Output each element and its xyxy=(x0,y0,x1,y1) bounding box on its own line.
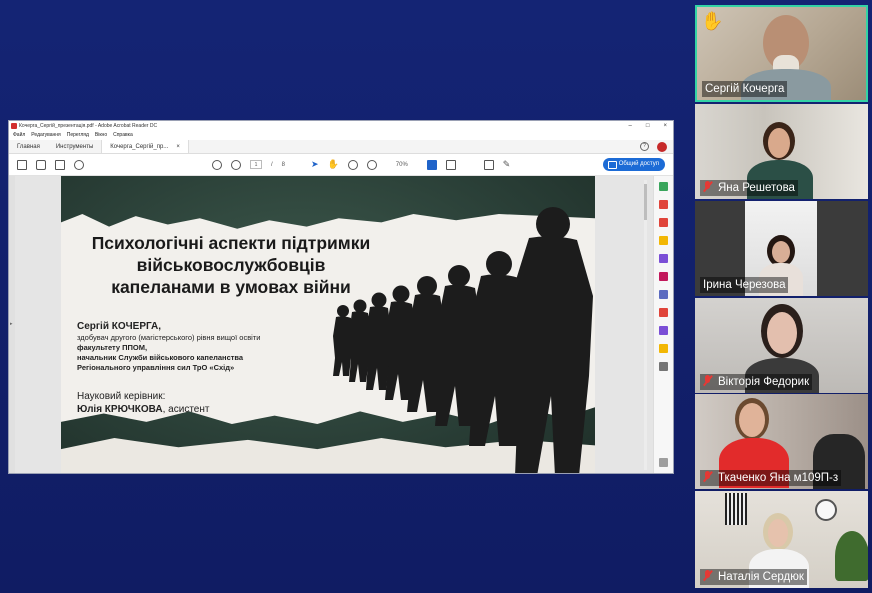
pdf-icon xyxy=(11,123,17,129)
participant-tile-4[interactable]: Вікторія Федорик xyxy=(695,298,868,393)
tab-tools[interactable]: Инструменты xyxy=(48,140,101,153)
participant-name-label: Яна Решетова xyxy=(700,180,798,196)
author-name: Сергій КОЧЕРГА, xyxy=(77,321,162,332)
author-line-3: начальник Служби військового капеланства xyxy=(77,353,244,362)
more-tools-icon[interactable] xyxy=(659,362,668,371)
slide-title-line-1: Психологічні аспекти підтримки xyxy=(91,233,371,253)
minimize-button[interactable]: – xyxy=(629,121,632,131)
organize-pages-icon[interactable] xyxy=(659,326,668,335)
participant-name: Ірина Черезова xyxy=(700,277,789,293)
tab-home[interactable]: Главная xyxy=(9,140,48,153)
participant-name: Наталія Сердюк xyxy=(718,571,804,583)
collapse-pane-icon[interactable] xyxy=(659,458,668,467)
participant-tile-2[interactable]: Яна Решетова xyxy=(695,104,868,199)
select-cursor-icon[interactable]: ➤ xyxy=(311,159,319,170)
hand-tool-icon[interactable]: ✋ xyxy=(328,159,339,170)
page-separator: / xyxy=(271,161,273,168)
participant-tile-6[interactable]: Наталія Сердюк xyxy=(695,491,868,588)
account-avatar-icon[interactable] xyxy=(657,141,667,152)
document-viewport[interactable]: ▸ Психологічні аспекти підтримки військо… xyxy=(9,176,673,473)
help-icon[interactable]: ? xyxy=(640,142,649,151)
comment-icon[interactable] xyxy=(483,159,494,170)
combine-files-icon[interactable] xyxy=(659,254,668,263)
search-icon[interactable] xyxy=(74,159,84,170)
presentation-slide: Психологічні аспекти підтримки військово… xyxy=(61,176,595,473)
comment-tool-icon[interactable] xyxy=(659,236,668,245)
soldiers-silhouette xyxy=(333,207,593,473)
author-line-4: Регіонального управління сил ТрО «Схід» xyxy=(77,363,235,372)
author-line-2: факультету ППОМ, xyxy=(77,343,148,352)
create-pdf-icon[interactable] xyxy=(659,200,668,209)
advisor-label: Науковий керівник: xyxy=(77,391,166,402)
slide-title-line-2: військовослужбовців xyxy=(136,255,326,275)
print-icon[interactable] xyxy=(36,159,46,170)
menu-edit[interactable]: Редагування xyxy=(31,131,60,140)
zoom-level-select[interactable]: 70% xyxy=(386,162,418,168)
acrobat-toolbar: 1 / 8 ➤ ✋ 70% ✎ Общий доступ xyxy=(9,154,673,176)
mic-off-icon xyxy=(703,375,712,386)
participant-name-label: Наталія Сердюк xyxy=(700,569,807,585)
share-button[interactable]: Общий доступ xyxy=(602,158,665,171)
participant-name-label: Ткаченко Яна м109П-з xyxy=(700,470,842,486)
protect-icon[interactable] xyxy=(659,290,668,299)
participant-name: Ткаченко Яна м109П-з xyxy=(718,472,839,484)
slide-title-line-3: капеланами в умовах війни xyxy=(111,277,351,297)
mic-off-icon xyxy=(703,570,712,581)
tab-document[interactable]: Кочерга_Сергій_пр... × xyxy=(101,140,189,153)
menu-view[interactable]: Перегляд xyxy=(67,131,89,140)
page-down-icon[interactable] xyxy=(231,159,241,170)
participant-name: Сергій Кочерга xyxy=(702,81,788,97)
fill-sign-icon[interactable] xyxy=(659,272,668,281)
compress-pdf-icon[interactable] xyxy=(659,308,668,317)
bookmark-icon[interactable] xyxy=(17,159,27,170)
raised-hand-icon: ✋ xyxy=(701,11,724,31)
pen-icon[interactable]: ✎ xyxy=(503,159,511,170)
scroll-mode-icon[interactable] xyxy=(445,159,456,170)
menu-window[interactable]: Вікно xyxy=(95,131,107,140)
participant-tile-5[interactable]: Ткаченко Яна м109П-з xyxy=(695,394,868,489)
zoom-in-icon[interactable] xyxy=(366,159,377,170)
mic-off-icon xyxy=(703,471,712,482)
menu-file[interactable]: Файл xyxy=(13,131,25,140)
scrollbar-thumb[interactable] xyxy=(644,184,647,220)
participant-tile-1[interactable]: ✋ Сергій Кочерга xyxy=(695,5,868,102)
close-button[interactable]: × xyxy=(663,121,667,131)
edit-pdf-icon[interactable] xyxy=(659,218,668,227)
acrobat-tabs: Главная Инструменты Кочерга_Сергій_пр...… xyxy=(9,140,673,154)
page-number-input[interactable]: 1 xyxy=(250,160,262,169)
maximize-button[interactable]: □ xyxy=(646,121,650,131)
menu-bar: Файл Редагування Перегляд Вікно Справка xyxy=(9,131,673,140)
email-icon[interactable] xyxy=(55,159,65,170)
author-block: Сергій КОЧЕРГА, здобувач другого (магіст… xyxy=(77,320,337,373)
advisor-role: , асистент xyxy=(162,404,210,415)
vertical-scrollbar[interactable] xyxy=(644,180,647,470)
video-call-stage: Кочерга_Сергій_презентація.pdf - Adobe A… xyxy=(0,0,872,593)
left-panel-rail[interactable]: ▸ xyxy=(9,176,15,473)
participant-tile-3[interactable]: Ірина Черезова xyxy=(695,201,868,296)
page-fit-icon[interactable] xyxy=(426,159,437,170)
window-titlebar: Кочерга_Сергій_презентація.pdf - Adobe A… xyxy=(9,121,673,131)
advisor-name: Юлія КРЮЧКОВА xyxy=(77,404,163,415)
author-line-1: здобувач другого (магістерського) рівня … xyxy=(77,333,261,342)
send-for-signature-icon[interactable] xyxy=(659,344,668,353)
participant-name-label: Вікторія Федорик xyxy=(700,374,813,390)
page-up-icon[interactable] xyxy=(212,159,222,170)
tab-document-label: Кочерга_Сергій_пр... xyxy=(110,143,169,150)
export-pdf-icon[interactable] xyxy=(659,182,668,191)
mic-off-icon xyxy=(703,181,712,192)
shared-screen-acrobat-window[interactable]: Кочерга_Сергій_презентація.pdf - Adobe A… xyxy=(8,120,674,474)
participant-name: Яна Решетова xyxy=(718,182,795,194)
zoom-out-icon[interactable] xyxy=(347,159,358,170)
slide-title: Психологічні аспекти підтримки військово… xyxy=(71,232,391,298)
participant-name: Вікторія Федорик xyxy=(718,376,810,388)
tab-close-icon[interactable]: × xyxy=(176,140,180,154)
expand-left-panel-icon[interactable]: ▸ xyxy=(10,321,13,327)
window-title: Кочерга_Сергій_презентація.pdf - Adobe A… xyxy=(19,123,158,129)
tools-pane xyxy=(653,176,673,473)
page-total: 8 xyxy=(281,161,286,168)
advisor-block: Науковий керівник: Юлія КРЮЧКОВА, асисте… xyxy=(77,390,337,416)
